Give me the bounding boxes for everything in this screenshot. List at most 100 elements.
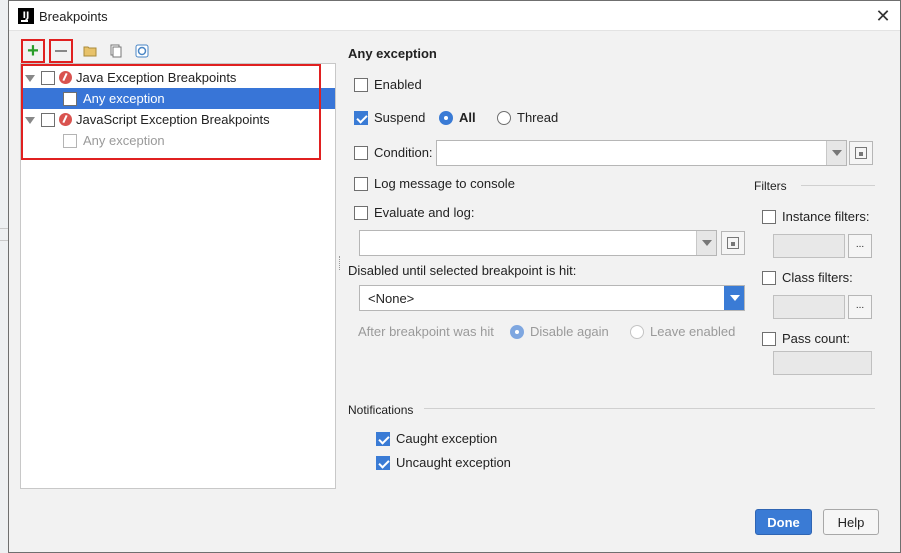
condition-expand-button[interactable] xyxy=(849,141,873,165)
checkbox-box[interactable] xyxy=(354,145,368,160)
evaluate-log-checkbox[interactable]: Evaluate and log: xyxy=(354,205,474,220)
selected-breakpoint-value: <None> xyxy=(368,291,415,306)
title-bar: IJ Breakpoints ✕ xyxy=(9,1,900,31)
expand-editor-icon xyxy=(855,147,867,159)
enabled-checkbox[interactable]: Enabled xyxy=(354,77,422,92)
instance-filters-browse-button[interactable]: ... xyxy=(848,234,872,258)
notifications-title: Notifications xyxy=(348,403,414,417)
exception-breakpoint-icon xyxy=(59,71,72,84)
close-button[interactable]: ✕ xyxy=(872,5,894,27)
after-hit-label: After breakpoint was hit xyxy=(358,324,494,339)
file-copy-icon xyxy=(110,44,122,58)
suspend-all-radio[interactable]: All xyxy=(439,110,476,125)
caught-exception-label: Caught exception xyxy=(396,431,498,446)
checkbox-box[interactable] xyxy=(762,331,776,346)
evaluate-log-label: Evaluate and log: xyxy=(374,205,475,220)
suspend-label: Suspend xyxy=(374,110,426,125)
class-filters-checkbox[interactable]: Class filters: xyxy=(762,270,853,285)
add-breakpoint-button[interactable]: + xyxy=(21,39,45,63)
enabled-label: Enabled xyxy=(374,77,422,92)
class-filters-input[interactable] xyxy=(773,295,845,319)
checkbox-box[interactable] xyxy=(376,455,390,470)
checkbox-box[interactable] xyxy=(354,77,368,92)
help-button[interactable]: Help xyxy=(823,509,879,535)
checkbox-box[interactable] xyxy=(762,270,776,285)
breakpoints-dialog: IJ Breakpoints ✕ + Java Exception Breakp… xyxy=(8,0,901,553)
tree-item-java-any-exception[interactable]: Any exception xyxy=(21,88,335,109)
checkbox-box[interactable] xyxy=(354,176,368,191)
class-icon xyxy=(135,44,149,58)
splitter-handle[interactable] xyxy=(339,256,342,270)
filters-divider xyxy=(801,185,875,186)
log-message-checkbox[interactable]: Log message to console xyxy=(354,176,515,191)
instance-filters-label: Instance filters: xyxy=(782,209,870,224)
checkbox-box[interactable] xyxy=(354,110,368,125)
tree-group-label: JavaScript Exception Breakpoints xyxy=(76,112,270,127)
disable-again-radio[interactable]: Disable again xyxy=(510,324,609,339)
suspend-thread-radio[interactable]: Thread xyxy=(497,110,558,125)
checkbox-box[interactable] xyxy=(762,209,776,224)
chevron-down-icon[interactable] xyxy=(696,231,716,255)
chevron-down-icon[interactable] xyxy=(826,141,846,165)
group-by-folder-button[interactable] xyxy=(81,39,99,63)
editor-divider xyxy=(0,240,8,241)
condition-input[interactable] xyxy=(436,140,847,166)
leave-enabled-radio[interactable]: Leave enabled xyxy=(630,324,735,339)
window-title: Breakpoints xyxy=(39,9,108,24)
evaluate-expand-button[interactable] xyxy=(721,231,745,255)
instance-filters-checkbox[interactable]: Instance filters: xyxy=(762,209,869,224)
tree-group-javascript[interactable]: JavaScript Exception Breakpoints xyxy=(21,109,335,130)
exception-breakpoint-icon xyxy=(59,113,72,126)
radio-dot[interactable] xyxy=(510,324,524,339)
disabled-until-select[interactable]: <None> xyxy=(359,285,745,311)
tree-toolbar: + xyxy=(19,39,149,63)
pass-count-checkbox[interactable]: Pass count: xyxy=(762,331,850,346)
expand-arrow-icon[interactable] xyxy=(25,73,35,83)
group-by-file-button[interactable] xyxy=(107,39,125,63)
item-checkbox[interactable] xyxy=(63,91,77,106)
notifications-divider xyxy=(424,408,875,409)
group-checkbox[interactable] xyxy=(41,70,55,85)
remove-breakpoint-button[interactable] xyxy=(49,39,73,63)
checkbox-box[interactable] xyxy=(354,205,368,220)
evaluate-log-input[interactable] xyxy=(359,230,717,256)
chevron-down-icon[interactable] xyxy=(724,286,744,310)
intellij-logo-icon: IJ xyxy=(18,8,34,24)
uncaught-exception-label: Uncaught exception xyxy=(396,455,511,470)
thread-label: Thread xyxy=(517,110,559,125)
tree-item-label: Any exception xyxy=(83,91,165,106)
condition-checkbox[interactable]: Condition: xyxy=(354,145,433,160)
leave-enabled-label: Leave enabled xyxy=(650,324,736,339)
instance-filters-input[interactable] xyxy=(773,234,845,258)
detail-title: Any exception xyxy=(348,46,437,61)
disable-again-label: Disable again xyxy=(530,324,609,339)
tree-group-label: Java Exception Breakpoints xyxy=(76,70,237,85)
checkbox-box[interactable] xyxy=(376,431,390,446)
plus-icon: + xyxy=(27,40,39,62)
minus-icon xyxy=(55,50,67,52)
disabled-until-label: Disabled until selected breakpoint is hi… xyxy=(348,263,577,278)
done-button[interactable]: Done xyxy=(755,509,812,535)
pass-count-input[interactable] xyxy=(773,351,872,375)
item-checkbox[interactable] xyxy=(63,133,77,148)
background-editor xyxy=(0,0,8,553)
class-filters-browse-button[interactable]: ... xyxy=(848,295,872,319)
caught-exception-checkbox[interactable]: Caught exception xyxy=(376,431,497,446)
radio-dot[interactable] xyxy=(497,110,511,125)
expand-arrow-icon[interactable] xyxy=(25,115,35,125)
suspend-checkbox[interactable]: Suspend xyxy=(354,110,425,125)
filters-title: Filters xyxy=(754,179,787,193)
group-checkbox[interactable] xyxy=(41,112,55,127)
tree-item-label: Any exception xyxy=(83,133,165,148)
radio-dot[interactable] xyxy=(439,110,453,125)
tree-item-js-any-exception[interactable]: Any exception xyxy=(21,130,335,151)
uncaught-exception-checkbox[interactable]: Uncaught exception xyxy=(376,455,511,470)
folder-icon xyxy=(83,46,97,57)
breakpoints-tree: Java Exception Breakpoints Any exception… xyxy=(20,63,336,489)
log-message-label: Log message to console xyxy=(374,176,515,191)
tree-group-java[interactable]: Java Exception Breakpoints xyxy=(21,67,335,88)
radio-dot[interactable] xyxy=(630,324,644,339)
condition-label: Condition: xyxy=(374,145,433,160)
expand-editor-icon xyxy=(727,237,739,249)
group-by-class-button[interactable] xyxy=(133,39,151,63)
